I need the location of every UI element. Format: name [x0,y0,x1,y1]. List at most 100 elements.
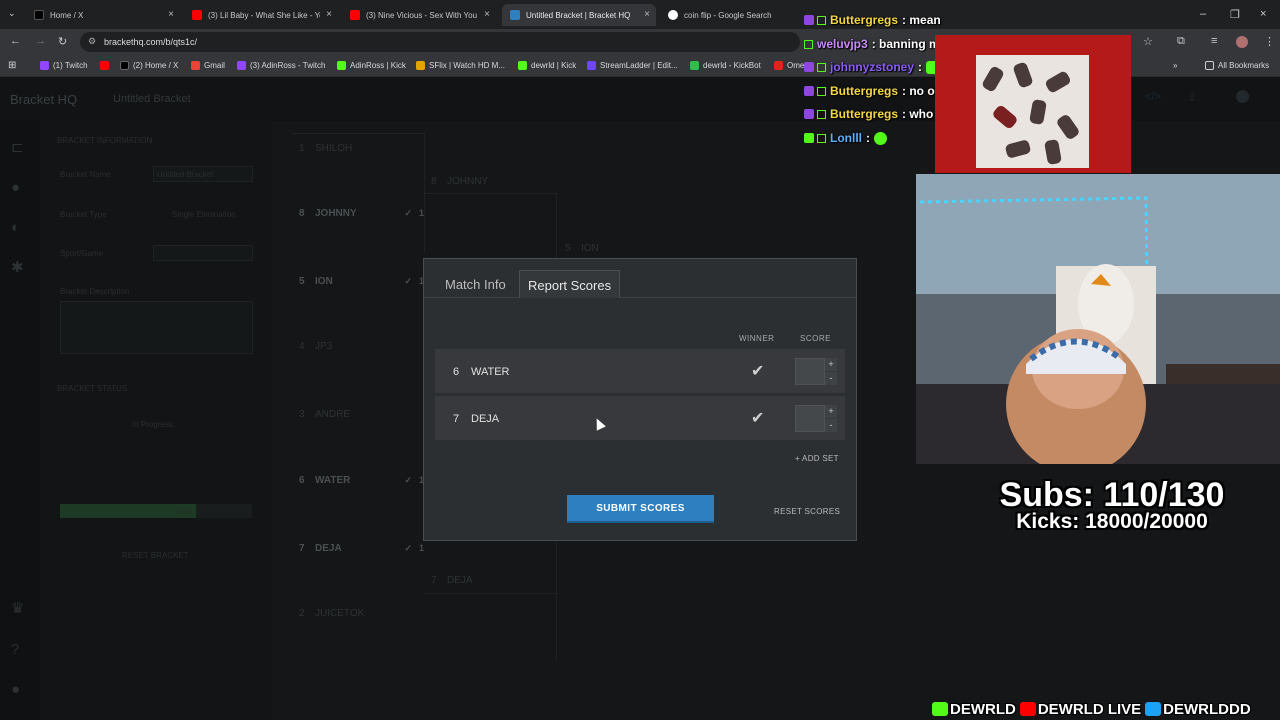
participant-seed: 7 [453,413,460,425]
round1-slot[interactable]: 1 SHILOH [299,138,424,158]
info-heading: BRACKET INFORMATION [57,136,153,145]
media-icon[interactable]: ≡ [1211,35,1217,47]
bracket-name-field[interactable]: Untitled Bracket [153,166,253,182]
extensions-icon[interactable]: ⧉ [1177,35,1185,48]
round1-slot[interactable]: 8 JOHNNY ✓ 1 [299,203,424,223]
social-handle: DEWRLD [950,700,1016,718]
back-icon[interactable]: ← [10,35,21,47]
window-close-icon[interactable]: × [1260,8,1266,20]
status-heading: BRACKET STATUS [57,384,128,393]
close-icon[interactable]: × [644,9,650,20]
forward-icon[interactable]: → [35,35,46,47]
sport-field[interactable] [153,245,253,261]
sub-badge-icon [804,86,814,96]
tab-label: Home / X [50,10,84,20]
bookmark-streamladder[interactable]: StreamLadder | Edit... [587,61,678,70]
reload-icon[interactable]: ↻ [58,35,67,48]
url-field[interactable]: ⚙ brackethq.com/b/qts1c/ [80,32,800,52]
bracket-icon[interactable]: ⊏ [11,138,29,156]
tab-search-icon[interactable]: ⌄ [8,8,16,19]
description-label: Bracket Description [60,287,130,296]
bookmark-gmail[interactable]: Gmail [191,61,225,70]
round1-slot[interactable]: 3 ANDRE [299,404,424,424]
bookmark-label: (2) Home / X [133,61,179,70]
round2-slot[interactable]: 8 JOHNNY [431,171,556,191]
round1-slot[interactable]: 4 JP3 [299,336,424,356]
x-icon [34,10,44,20]
round2-slot[interactable]: 7 DEJA [431,570,556,590]
winner-check-icon[interactable]: ✔ [751,408,764,428]
bookmark-youtube[interactable] [100,61,113,70]
reset-scores-button[interactable]: RESET SCORES [774,507,840,516]
description-field[interactable] [60,301,253,354]
close-icon[interactable]: × [326,9,332,20]
winner-check-icon[interactable]: ✔ [751,361,764,381]
album-figure [1029,98,1047,126]
round1-slot[interactable]: 5 ION ✓ 1 [299,271,424,291]
youtube-icon [100,61,109,70]
participant-name: WATER [315,474,351,486]
bookmark-sflix[interactable]: SFlix | Watch HD M... [416,61,505,70]
minimize-icon[interactable]: – [1200,8,1206,20]
winner-check-icon: ✓ [404,207,412,218]
score-increment-button[interactable]: + [825,405,837,418]
tab-report-scores[interactable]: Report Scores [519,270,621,298]
bookmark-kickbot[interactable]: dewrld - KickBot [690,61,761,70]
participant-name: ION [315,275,333,287]
bookmark-adinross-kick[interactable]: AdinRoss | Kick [337,61,406,70]
score-increment-button[interactable]: + [825,358,837,371]
participant-name: ANDRE [315,408,351,420]
close-icon[interactable]: × [168,9,174,20]
add-set-button[interactable]: + ADD SET [795,454,839,463]
site-info-icon[interactable]: ⚙ [88,36,96,47]
help-icon[interactable]: ? [11,641,29,658]
apps-icon[interactable]: ⊞ [8,60,16,71]
album-figure [991,103,1019,131]
chat-username: Lonlll [830,131,862,145]
brand-logo[interactable]: Bracket HQ [10,92,77,107]
seed-number: 7 [299,542,305,554]
tab-home-x[interactable]: Home / X × [26,4,180,26]
settings-icon[interactable]: ✱ [11,258,29,276]
seed-number: 3 [299,408,305,420]
tab-bracket-hq[interactable]: Untitled Bracket | Bracket HQ × [502,4,656,26]
tab-lil-baby[interactable]: (3) Lil Baby - What She Like - Yo × [184,4,338,26]
bookmark-adinross-twitch[interactable]: (3) AdinRoss - Twitch [237,61,325,70]
close-icon[interactable]: × [484,9,490,20]
tab-coin-flip[interactable]: coin flip - Google Search [660,4,814,26]
maximize-icon[interactable]: ❐ [1230,8,1240,21]
name-label: Bracket Name [60,170,111,179]
tab-nine-vicious[interactable]: (3) Nine Vicious - Sex With You × [342,4,496,26]
score-column-header: SCORE [800,334,831,343]
menu-icon[interactable]: ⋮ [1264,35,1275,48]
album-figure [1012,61,1034,89]
submit-scores-button[interactable]: SUBMIT SCORES [567,495,714,523]
round1-slot[interactable]: 7 DEJA ✓ 1 [299,538,424,558]
round1-slot[interactable]: 2 JUICETOK [299,603,424,623]
participants-icon[interactable]: ● [11,179,29,196]
tab-match-info[interactable]: Match Info [437,270,514,298]
score-decrement-button[interactable]: - [825,372,837,385]
share-icon[interactable]: ⇪ [1187,90,1197,104]
bookmark-label: SFlix | Watch HD M... [429,61,506,70]
x-icon [120,61,129,70]
account-icon[interactable]: ● [11,681,29,698]
theme-icon[interactable]: ◐ [11,219,29,236]
round2-slot[interactable]: 5 ION [565,238,690,258]
bracket-connector [424,193,558,194]
type-value[interactable]: Single Elimination [172,210,236,219]
bookmark-twitch[interactable]: (1) Twitch [40,61,88,70]
user-avatar[interactable] [1236,90,1249,103]
bookmark-home-x[interactable]: (2) Home / X [120,61,178,70]
score-input[interactable] [795,358,825,385]
bookmarks-overflow-icon[interactable]: » [1173,61,1177,70]
score-input[interactable] [795,405,825,432]
modal-tab-bar: Match Info Report Scores [424,259,856,298]
profile-avatar[interactable] [1236,36,1248,48]
score-decrement-button[interactable]: - [825,419,837,432]
reset-bracket-button[interactable]: RESET BRACKET [122,551,189,560]
bookmark-dewrld-kick[interactable]: dewrld | Kick [518,61,576,70]
crown-icon[interactable]: ♛ [11,599,29,617]
round1-slot[interactable]: 6 WATER ✓ 1 [299,470,424,490]
all-bookmarks[interactable]: All Bookmarks [1205,61,1269,70]
